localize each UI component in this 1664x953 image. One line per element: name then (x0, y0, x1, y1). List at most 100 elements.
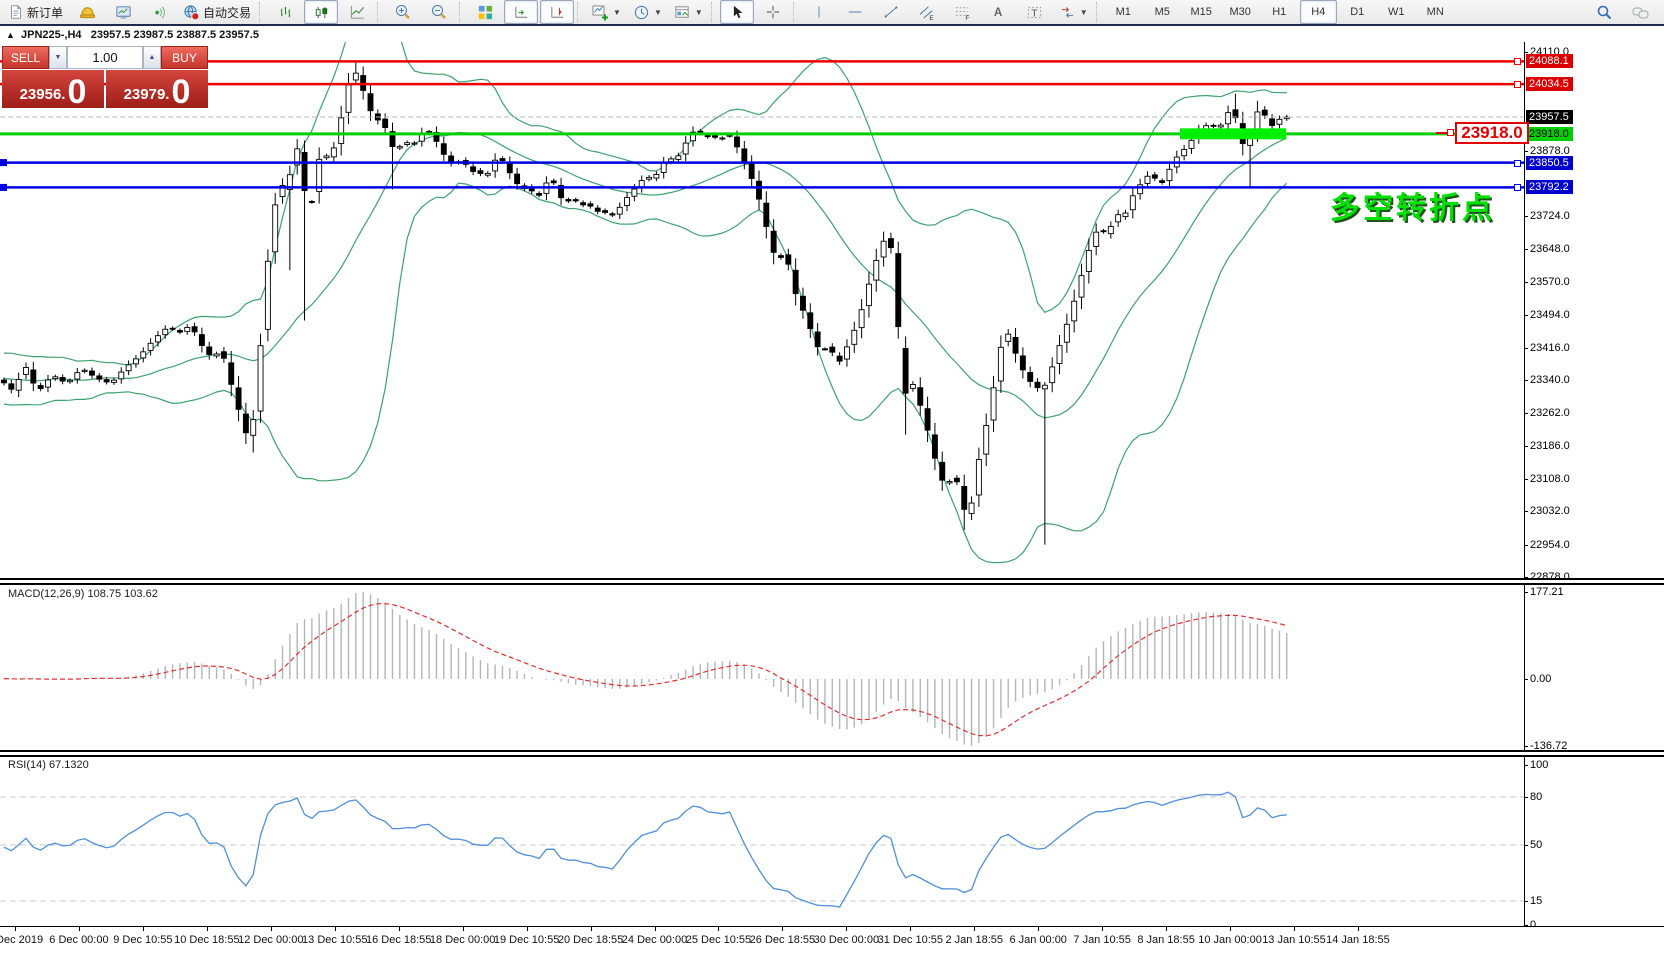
time-axis-label: 2 Jan 18:55 (946, 934, 1004, 946)
macd-panel[interactable] (0, 585, 1524, 750)
volume-input[interactable]: 1.00 (67, 46, 143, 69)
volume-up-button[interactable]: ▲ (143, 46, 161, 69)
candle-body (1108, 226, 1113, 233)
candle-body (940, 462, 945, 480)
timeframe-group: M1M5M15M30H1H4D1W1MN (1104, 0, 1455, 24)
sell-price[interactable]: 23956. 0 (2, 70, 104, 108)
candle-body (199, 335, 204, 346)
tile-windows-button[interactable] (468, 0, 502, 24)
candle-body (720, 138, 725, 139)
auto-scroll-button[interactable] (504, 0, 538, 24)
periods-dropdown-caret[interactable]: ▼ (654, 8, 662, 17)
candle-body (207, 347, 212, 355)
text-button[interactable]: A (982, 0, 1016, 24)
candle-body (991, 388, 996, 420)
market-watch-button[interactable] (106, 0, 140, 24)
candle-body (764, 203, 769, 226)
trendline-button[interactable] (874, 0, 908, 24)
candlestick-icon (313, 4, 330, 21)
search-button[interactable] (1587, 1, 1621, 25)
chart-shift-button[interactable] (540, 0, 574, 24)
candle-body (449, 156, 454, 162)
candle-body (441, 144, 446, 155)
zoom-in-button[interactable] (386, 0, 420, 24)
text-label-button[interactable]: T (1018, 0, 1052, 24)
timeframe-button-d1[interactable]: D1 (1339, 0, 1376, 24)
annotation-text[interactable]: 多空转折点 (1330, 183, 1495, 227)
indicators-button[interactable]: ▼ (586, 0, 626, 24)
candle-body (1123, 213, 1128, 217)
candle-body (309, 201, 314, 202)
buy-price[interactable]: 23979. 0 (106, 70, 208, 108)
chat-button[interactable] (1623, 1, 1657, 25)
buy-button[interactable]: BUY (161, 46, 208, 69)
candle-body (888, 239, 893, 248)
candle-body (669, 159, 674, 162)
volume-down-button[interactable]: ▼ (49, 46, 67, 69)
panel-splitter[interactable] (0, 750, 1664, 757)
candle-body (1086, 250, 1091, 271)
candle-body (177, 331, 182, 333)
cursor-button[interactable] (720, 0, 754, 24)
zoom-out-button[interactable] (422, 0, 456, 24)
time-axis-label: 16 Dec 18:55 (366, 934, 431, 946)
horizontal-line-button[interactable] (838, 0, 872, 24)
rsi-axis-label: 50 (1530, 839, 1542, 851)
price-level-badge: 24088.1 (1526, 54, 1573, 68)
timeframe-button-mn[interactable]: MN (1417, 0, 1454, 24)
time-axis-label: 30 Dec 00:00 (814, 934, 879, 946)
candle-body (1035, 382, 1040, 387)
macd-signal-line (4, 604, 1287, 736)
line-chart-button[interactable] (340, 0, 374, 24)
main-chart[interactable] (0, 42, 1524, 578)
panel-splitter[interactable] (0, 578, 1664, 585)
periods-button[interactable]: ▼ (628, 0, 667, 24)
collapse-arrow-icon[interactable]: ▲ (6, 30, 15, 40)
new-order-button[interactable]: 新订单 (3, 0, 68, 24)
time-axis-tick (527, 927, 528, 931)
timeframe-button-h4[interactable]: H4 (1300, 0, 1337, 24)
candle-body (1167, 169, 1172, 180)
timeframe-button-m1[interactable]: M1 (1105, 0, 1142, 24)
vertical-line-button[interactable] (802, 0, 836, 24)
sell-button[interactable]: SELL (2, 46, 49, 69)
timeframe-button-m30[interactable]: M30 (1222, 0, 1259, 24)
rsi-panel[interactable] (0, 757, 1524, 926)
y-axis-tick (1524, 545, 1528, 546)
profile-button[interactable] (70, 0, 104, 24)
timeframe-button-h1[interactable]: H1 (1261, 0, 1298, 24)
timeframe-button-m5[interactable]: M5 (1144, 0, 1181, 24)
templates-button[interactable]: ▼ (669, 0, 708, 24)
toolbar: 新订单 自动交易 (0, 0, 1664, 26)
fibonacci-button[interactable]: F (946, 0, 980, 24)
shapes-dropdown-caret[interactable]: ▼ (1080, 8, 1088, 17)
templates-dropdown-caret[interactable]: ▼ (695, 8, 703, 17)
toolbar-separator (459, 2, 465, 22)
candle-body (229, 363, 234, 384)
shapes-button[interactable]: ▼ (1054, 0, 1093, 24)
candle-body (1152, 175, 1157, 178)
crosshair-button[interactable] (756, 0, 790, 24)
y-axis-tick (1524, 413, 1528, 414)
price-level-badge: 23957.5 (1526, 110, 1573, 124)
timeframe-button-w1[interactable]: W1 (1378, 0, 1415, 24)
autotrading-button[interactable]: 自动交易 (178, 0, 256, 24)
candle-body (683, 143, 688, 154)
crosshair-icon (765, 4, 781, 20)
bar-chart-button[interactable] (268, 0, 302, 24)
candle-body (1138, 185, 1143, 194)
timeframe-button-m15[interactable]: M15 (1183, 0, 1220, 24)
candle-body (214, 354, 219, 356)
candle-body (998, 347, 1003, 381)
candle-body (1042, 385, 1047, 389)
candlestick-chart-button[interactable] (304, 0, 338, 24)
candle-body (1101, 231, 1106, 232)
toolbar-separator (377, 2, 383, 22)
chart-shift-icon (549, 4, 566, 21)
time-axis-label: 20 Dec 18:55 (558, 934, 623, 946)
equidistant-channel-button[interactable]: E (910, 0, 944, 24)
price-level-label[interactable]: 23918.0 (1455, 122, 1529, 144)
time-axis[interactable]: 4 Dec 20196 Dec 00:009 Dec 10:5510 Dec 1… (0, 926, 1664, 953)
signals-button[interactable] (142, 0, 176, 24)
indicators-dropdown-caret[interactable]: ▼ (613, 8, 621, 17)
